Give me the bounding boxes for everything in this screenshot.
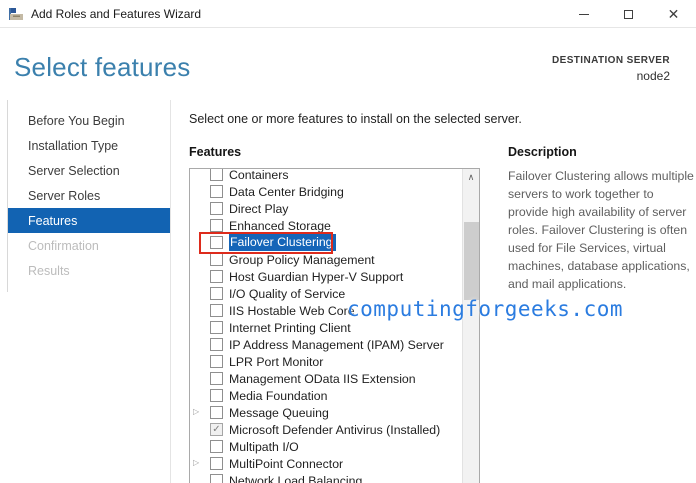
feature-checkbox[interactable] [210, 457, 223, 470]
destination-server-label: DESTINATION SERVER [552, 55, 670, 66]
sidebar-item-features[interactable]: Features [8, 208, 170, 233]
feature-row-microsoft-defender-antivirus-installed[interactable]: ✓ Microsoft Defender Antivirus (Installed… [190, 421, 479, 438]
scrollbar-up-arrow[interactable]: ∧ [463, 169, 479, 186]
wizard-app-icon [9, 7, 23, 20]
feature-label: IIS Hostable Web Core [229, 303, 355, 318]
feature-checkbox[interactable] [210, 202, 223, 215]
feature-row-ip-address-management-ipam-server[interactable]: IP Address Management (IPAM) Server [190, 336, 479, 353]
window-title: Add Roles and Features Wizard [31, 6, 202, 21]
feature-row-direct-play[interactable]: Direct Play [190, 200, 479, 217]
feature-row-failover-clustering[interactable]: Failover Clustering [190, 234, 479, 251]
feature-row-data-center-bridging[interactable]: Data Center Bridging [190, 183, 479, 200]
sidebar-item-results: Results [28, 263, 70, 278]
feature-label: Microsoft Defender Antivirus (Installed) [229, 422, 441, 437]
feature-checkbox[interactable] [210, 355, 223, 368]
feature-checkbox[interactable] [210, 321, 223, 334]
feature-label: Multipath I/O [229, 439, 299, 454]
features-list-label: Features [189, 145, 242, 159]
feature-checkbox[interactable] [210, 185, 223, 198]
feature-checkbox[interactable] [210, 474, 223, 483]
maximize-icon [624, 9, 633, 19]
feature-label: Direct Play [229, 201, 289, 216]
features-rows: Containers Data Center Bridging Direct Pla… [190, 168, 479, 483]
window-controls: ✕ [561, 0, 696, 28]
feature-row-group-policy-management[interactable]: Group Policy Management [190, 251, 479, 268]
instruction-text: Select one or more features to install o… [189, 112, 522, 126]
feature-label: I/O Quality of Service [229, 286, 346, 301]
feature-label: Failover Clustering [229, 234, 336, 251]
maximize-button[interactable] [606, 0, 651, 28]
feature-checkbox[interactable] [210, 270, 223, 283]
feature-checkbox[interactable] [210, 169, 223, 181]
feature-checkbox[interactable] [210, 389, 223, 402]
description-heading: Description [508, 145, 577, 159]
feature-row-lpr-port-monitor[interactable]: LPR Port Monitor [190, 353, 479, 370]
destination-server-block: DESTINATION SERVER node2 [552, 55, 670, 83]
feature-label: IP Address Management (IPAM) Server [229, 337, 444, 352]
sidebar-item-installation-type[interactable]: Installation Type [8, 133, 170, 158]
feature-checkbox[interactable] [210, 338, 223, 351]
feature-row-multipoint-connector[interactable]: ▷ MultiPoint Connector [190, 455, 479, 472]
feature-label: Containers [229, 168, 289, 182]
feature-row-management-odata-iis-extension[interactable]: Management OData IIS Extension [190, 370, 479, 387]
nav-content-divider [170, 100, 171, 483]
feature-checkbox[interactable] [210, 287, 223, 300]
feature-label: Enhanced Storage [229, 218, 331, 233]
feature-checkbox[interactable] [210, 304, 223, 317]
feature-row-message-queuing[interactable]: ▷ Message Queuing [190, 404, 479, 421]
minimize-button[interactable] [561, 0, 606, 28]
feature-row-multipath-i-o[interactable]: Multipath I/O [190, 438, 479, 455]
feature-row-network-load-balancing[interactable]: Network Load Balancing [190, 472, 479, 483]
sidebar-item-confirmation: Confirmation [28, 238, 99, 253]
page-title: Select features [14, 52, 191, 82]
close-button[interactable]: ✕ [651, 0, 696, 28]
feature-row-containers[interactable]: Containers [190, 168, 479, 183]
wizard-nav-sidebar: Before You Begin Installation Type Server … [8, 108, 170, 283]
feature-checkbox[interactable] [210, 372, 223, 385]
titlebar: Add Roles and Features Wizard ✕ [0, 0, 696, 28]
destination-server-name: node2 [636, 69, 670, 83]
feature-checkbox[interactable]: ✓ [210, 423, 223, 436]
sidebar-item-server-selection[interactable]: Server Selection [8, 158, 170, 183]
feature-label: Management OData IIS Extension [229, 371, 416, 386]
feature-label: Internet Printing Client [229, 320, 351, 335]
feature-label: Media Foundation [229, 388, 328, 403]
feature-row-enhanced-storage[interactable]: Enhanced Storage [190, 217, 479, 234]
feature-checkbox[interactable] [210, 253, 223, 266]
feature-row-iis-hostable-web-core[interactable]: IIS Hostable Web Core [190, 302, 479, 319]
expander-icon[interactable]: ▷ [193, 459, 199, 467]
minimize-icon [578, 13, 589, 15]
feature-label: MultiPoint Connector [229, 456, 344, 471]
feature-checkbox[interactable] [210, 236, 223, 249]
close-icon: ✕ [667, 6, 680, 22]
feature-label: Data Center Bridging [229, 184, 344, 199]
feature-row-media-foundation[interactable]: Media Foundation [190, 387, 479, 404]
sidebar-item-server-roles[interactable]: Server Roles [8, 183, 170, 208]
feature-label: Host Guardian Hyper-V Support [229, 269, 404, 284]
add-roles-features-wizard-window: Add Roles and Features Wizard ✕ Select f… [0, 0, 696, 483]
sidebar-item-before-you-begin[interactable]: Before You Begin [8, 108, 170, 133]
feature-row-i-o-quality-of-service[interactable]: I/O Quality of Service [190, 285, 479, 302]
feature-row-internet-printing-client[interactable]: Internet Printing Client [190, 319, 479, 336]
feature-row-host-guardian-hyper-v-support[interactable]: Host Guardian Hyper-V Support [190, 268, 479, 285]
feature-checkbox[interactable] [210, 219, 223, 232]
feature-checkbox[interactable] [210, 440, 223, 453]
scrollbar[interactable]: ∧ [462, 169, 479, 483]
feature-label: Message Queuing [229, 405, 329, 420]
description-text: Failover Clustering allows multiple serv… [508, 169, 694, 292]
expander-icon[interactable]: ▷ [193, 408, 199, 416]
feature-label: Network Load Balancing [229, 473, 363, 483]
feature-checkbox[interactable] [210, 406, 223, 419]
scrollbar-thumb[interactable] [464, 222, 479, 300]
feature-label: Group Policy Management [229, 252, 375, 267]
feature-label: LPR Port Monitor [229, 354, 324, 369]
features-listbox[interactable]: Containers Data Center Bridging Direct Pla… [189, 168, 480, 483]
